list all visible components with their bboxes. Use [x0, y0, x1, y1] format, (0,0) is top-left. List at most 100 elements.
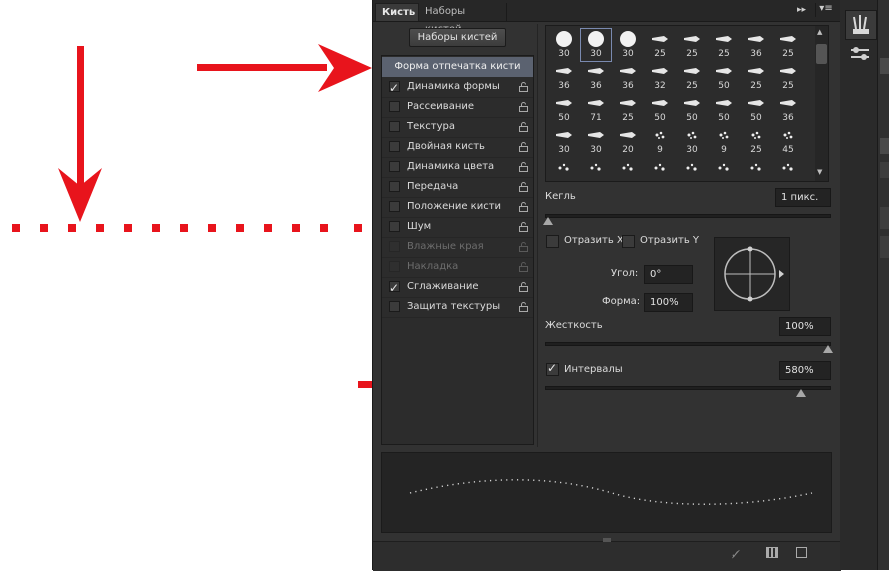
brush-tip-cell[interactable]: 25: [709, 29, 739, 61]
section-checkbox[interactable]: ✓: [389, 281, 400, 295]
brush-tip-cell[interactable]: 50: [549, 93, 579, 125]
lock-icon[interactable]: [519, 102, 528, 112]
flip-y-checkbox[interactable]: [622, 235, 635, 248]
section-item[interactable]: ✓ Динамика формы: [382, 77, 533, 98]
hardness-field[interactable]: 100%: [779, 317, 831, 336]
brush-tip-cell[interactable]: [677, 157, 707, 181]
brush-presets-dock-icon[interactable]: [845, 42, 875, 64]
brush-tip-cell[interactable]: 50: [709, 61, 739, 93]
brush-tip-cell[interactable]: 30: [613, 29, 643, 61]
brush-tip-cell[interactable]: 45: [773, 125, 803, 157]
section-checkbox[interactable]: [389, 181, 400, 192]
panel-menu-icon[interactable]: ▾≡: [815, 3, 836, 17]
section-item[interactable]: ✓ Сглаживание: [382, 277, 533, 298]
section-checkbox[interactable]: [389, 141, 400, 152]
brush-tip-cell[interactable]: 50: [741, 93, 771, 125]
brush-tip-cell[interactable]: [709, 157, 739, 181]
section-item[interactable]: Положение кисти: [382, 197, 533, 218]
size-slider-thumb[interactable]: [543, 217, 553, 225]
section-item[interactable]: Двойная кисть: [382, 137, 533, 158]
brush-tip-cell[interactable]: 25: [741, 125, 771, 157]
section-item[interactable]: Шум: [382, 217, 533, 238]
brush-tip-cell[interactable]: [741, 157, 771, 181]
lock-icon[interactable]: [519, 242, 528, 252]
section-checkbox[interactable]: [389, 121, 400, 132]
section-item[interactable]: Текстура: [382, 117, 533, 138]
brush-tip-cell[interactable]: 36: [773, 93, 803, 125]
toggle-live-tip-icon[interactable]: ✓̸: [731, 548, 740, 561]
spacing-field[interactable]: 580%: [779, 361, 831, 380]
brush-tip-cell[interactable]: 25: [773, 61, 803, 93]
brush-tip-shape-item[interactable]: Форма отпечатка кисти: [382, 57, 533, 77]
lock-icon[interactable]: [519, 222, 528, 232]
brush-tip-cell[interactable]: [773, 157, 803, 181]
brush-tip-cell[interactable]: 36: [741, 29, 771, 61]
brush-tip-cell[interactable]: 25: [677, 29, 707, 61]
angle-field[interactable]: 0°: [644, 265, 693, 284]
roundness-field[interactable]: 100%: [644, 293, 693, 312]
brush-tip-cell[interactable]: 71: [581, 93, 611, 125]
spacing-slider-track[interactable]: [545, 386, 831, 390]
hardness-slider-thumb[interactable]: [823, 345, 833, 353]
lock-icon[interactable]: [519, 142, 528, 152]
scroll-down-icon[interactable]: ▼: [817, 168, 822, 176]
lock-icon[interactable]: [519, 82, 528, 92]
section-checkbox[interactable]: [389, 201, 400, 212]
tab-brush-presets[interactable]: Наборы кистей: [419, 3, 507, 35]
size-field[interactable]: 1 пикс.: [775, 188, 831, 207]
scroll-thumb[interactable]: [816, 44, 827, 64]
brush-tip-cell[interactable]: [581, 157, 611, 181]
section-checkbox[interactable]: [389, 221, 400, 232]
section-item[interactable]: Накладка: [382, 257, 533, 278]
section-item[interactable]: Динамика цвета: [382, 157, 533, 178]
brush-tip-cell[interactable]: 25: [645, 29, 675, 61]
resize-grip[interactable]: [603, 538, 611, 542]
brush-tip-cell[interactable]: 25: [741, 61, 771, 93]
brush-tip-cell[interactable]: 30: [549, 125, 579, 157]
brush-tip-cell[interactable]: 9: [709, 125, 739, 157]
section-checkbox[interactable]: [389, 261, 400, 272]
flip-x-checkbox[interactable]: [546, 235, 559, 248]
lock-icon[interactable]: [519, 182, 528, 192]
brush-tip-cell[interactable]: 36: [581, 61, 611, 93]
brush-tip-cell[interactable]: 50: [645, 93, 675, 125]
collapse-icon[interactable]: ▸▸: [797, 5, 806, 15]
section-item[interactable]: Рассеивание: [382, 97, 533, 118]
lock-icon[interactable]: [519, 202, 528, 212]
scroll-up-icon[interactable]: ▲: [817, 28, 822, 36]
brush-tip-cell[interactable]: 9: [645, 125, 675, 157]
spacing-slider-thumb[interactable]: [796, 389, 807, 397]
lock-icon[interactable]: [519, 122, 528, 132]
brush-tip-cell[interactable]: [645, 157, 675, 181]
brush-tip-cell[interactable]: 25: [773, 29, 803, 61]
section-item[interactable]: Влажные края: [382, 237, 533, 258]
lock-icon[interactable]: [519, 162, 528, 172]
lock-icon[interactable]: [519, 282, 528, 292]
brush-tip-cell[interactable]: 25: [677, 61, 707, 93]
spacing-checkbox[interactable]: ✓: [546, 361, 559, 376]
brush-tip-cell[interactable]: 50: [677, 93, 707, 125]
section-checkbox[interactable]: [389, 301, 400, 312]
lock-icon[interactable]: [519, 302, 528, 312]
section-checkbox[interactable]: [389, 161, 400, 172]
brush-tip-cell[interactable]: 25: [613, 93, 643, 125]
angle-roundness-widget[interactable]: [714, 237, 790, 311]
lock-icon[interactable]: [519, 262, 528, 272]
section-item[interactable]: Защита текстуры: [382, 297, 533, 318]
brush-tip-cell[interactable]: 30: [549, 29, 579, 61]
brush-tip-cell[interactable]: [549, 157, 579, 181]
new-brush-icon[interactable]: [796, 547, 807, 558]
section-checkbox[interactable]: [389, 101, 400, 112]
hardness-slider-track[interactable]: [545, 342, 831, 346]
brush-tip-cell[interactable]: 30: [677, 125, 707, 157]
section-checkbox[interactable]: ✓: [389, 81, 400, 95]
brush-panel-dock-icon[interactable]: [845, 10, 877, 40]
brush-tip-cell[interactable]: 36: [549, 61, 579, 93]
brush-presets-button[interactable]: Наборы кистей: [409, 28, 506, 47]
brush-tip-cell[interactable]: 32: [645, 61, 675, 93]
grid-scrollbar[interactable]: ▲ ▼: [815, 26, 828, 181]
brush-tip-cell[interactable]: 30: [580, 28, 612, 62]
brush-tip-cell[interactable]: 20: [613, 125, 643, 157]
section-item[interactable]: Передача: [382, 177, 533, 198]
brush-tip-cell[interactable]: 36: [613, 61, 643, 93]
